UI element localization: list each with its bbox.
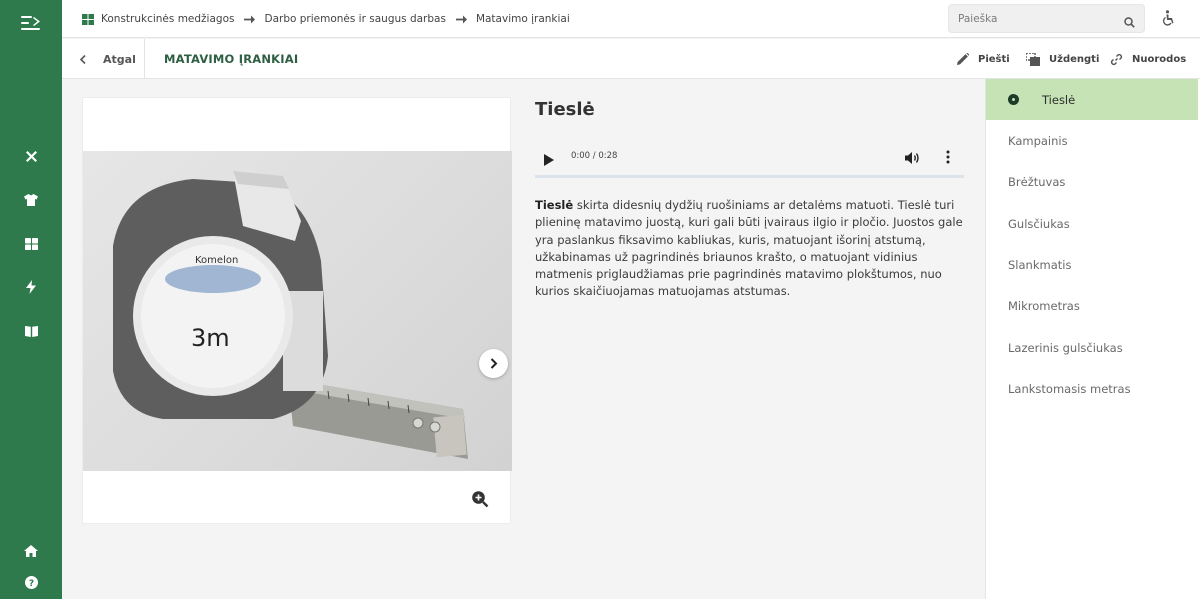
draw-label: Piešti	[978, 53, 1010, 65]
pencil-icon	[957, 53, 969, 65]
list-item[interactable]: Lankstomasis metras	[986, 368, 1198, 409]
breadcrumb-item[interactable]: Konstrukcinės medžiagos	[101, 13, 234, 25]
shirt-icon[interactable]	[0, 192, 62, 208]
left-sidebar: ?	[0, 0, 62, 599]
sub-header: Atgal MATAVIMO ĮRANKIAI Piešti Uždengti …	[62, 39, 1200, 79]
list-item[interactable]: Kampainis	[986, 120, 1198, 161]
volume-button[interactable]	[905, 150, 921, 169]
list-item-label: Mikrometras	[1008, 298, 1080, 313]
back-label: Atgal	[103, 52, 136, 66]
zoom-in-icon	[472, 491, 489, 508]
list-item-label: Tieslė	[1042, 92, 1076, 107]
home-icon[interactable]	[0, 543, 62, 559]
arrow-right-icon	[244, 15, 256, 24]
tools-icon[interactable]	[0, 148, 62, 164]
audio-time: 0:00 / 0:28	[571, 151, 618, 161]
page-title: MATAVIMO ĮRANKIAI	[164, 52, 299, 66]
search-icon[interactable]	[1124, 13, 1135, 32]
chevron-left-icon	[80, 54, 86, 64]
menu-toggle-icon[interactable]	[0, 12, 62, 34]
cover-button[interactable]: Uždengti	[1026, 39, 1099, 79]
list-item-label: Lankstomasis metras	[1008, 381, 1131, 396]
list-item[interactable]: Mikrometras	[986, 285, 1198, 326]
link-icon	[1110, 53, 1123, 65]
draw-button[interactable]: Piešti	[957, 39, 1010, 79]
help-icon[interactable]: ?	[0, 574, 62, 590]
more-options-button[interactable]	[946, 149, 950, 168]
image-card: Komelon 3m	[82, 97, 512, 524]
radio-selected-icon	[1008, 94, 1019, 105]
breadcrumb: Konstrukcinės medžiagos Darbo priemonės …	[82, 0, 570, 38]
links-button[interactable]: Nuorodos	[1110, 39, 1186, 79]
list-item[interactable]: Lazerinis gulsčiukas	[986, 327, 1198, 368]
description: Tieslė skirta didesnių dydžių ruošiniams…	[535, 197, 965, 301]
links-label: Nuorodos	[1132, 53, 1187, 65]
search-input[interactable]	[958, 11, 1118, 27]
description-text: skirta didesnių dydžių ruošiniams ar det…	[535, 198, 963, 299]
grid-icon[interactable]	[0, 236, 62, 252]
arrow-right-icon	[455, 15, 467, 24]
play-icon	[544, 154, 554, 166]
breadcrumb-item-current[interactable]: Matavimo įrankiai	[476, 13, 570, 25]
search-box	[948, 4, 1145, 33]
volume-icon	[905, 152, 919, 164]
grid-icon	[82, 13, 94, 25]
list-item[interactable]: Slankmatis	[986, 244, 1198, 285]
top-bar: Konstrukcinės medžiagos Darbo priemonės …	[62, 0, 1200, 38]
next-image-button[interactable]	[479, 349, 508, 378]
list-item-label: Gulsčiukas	[1008, 216, 1070, 231]
list-item-label: Lazerinis gulsčiukas	[1008, 340, 1123, 355]
back-button[interactable]: Atgal	[62, 39, 145, 79]
tape-measure-image: Komelon 3m	[83, 151, 512, 471]
content-title: Tieslė	[535, 99, 595, 120]
topic-list: Tieslė Kampainis Brėžtuvas Gulsčiukas Sl…	[985, 79, 1200, 599]
lightning-icon[interactable]	[0, 279, 62, 295]
audio-player: 0:00 / 0:28	[535, 141, 964, 178]
accessibility-icon[interactable]	[1163, 10, 1175, 30]
zoom-in-button[interactable]	[471, 490, 489, 512]
size-label: 3m	[191, 324, 230, 352]
brand-label: Komelon	[195, 255, 238, 266]
list-item[interactable]: Brėžtuvas	[986, 161, 1198, 202]
book-icon[interactable]	[0, 323, 62, 339]
breadcrumb-item[interactable]: Darbo priemonės ir saugus darbas	[264, 13, 445, 25]
play-button[interactable]	[544, 151, 554, 170]
list-item-active[interactable]: Tieslė	[986, 79, 1198, 120]
list-item-label: Kampainis	[1008, 133, 1068, 148]
cover-icon	[1026, 52, 1040, 66]
svg-text:?: ?	[28, 579, 33, 589]
list-item-label: Brėžtuvas	[1008, 174, 1066, 189]
chevron-right-icon	[490, 358, 497, 369]
list-item[interactable]: Gulsčiukas	[986, 203, 1198, 244]
more-vertical-icon	[946, 150, 950, 164]
description-term: Tieslė	[535, 198, 574, 212]
cover-label: Uždengti	[1049, 53, 1100, 65]
list-item-label: Slankmatis	[1008, 257, 1072, 272]
